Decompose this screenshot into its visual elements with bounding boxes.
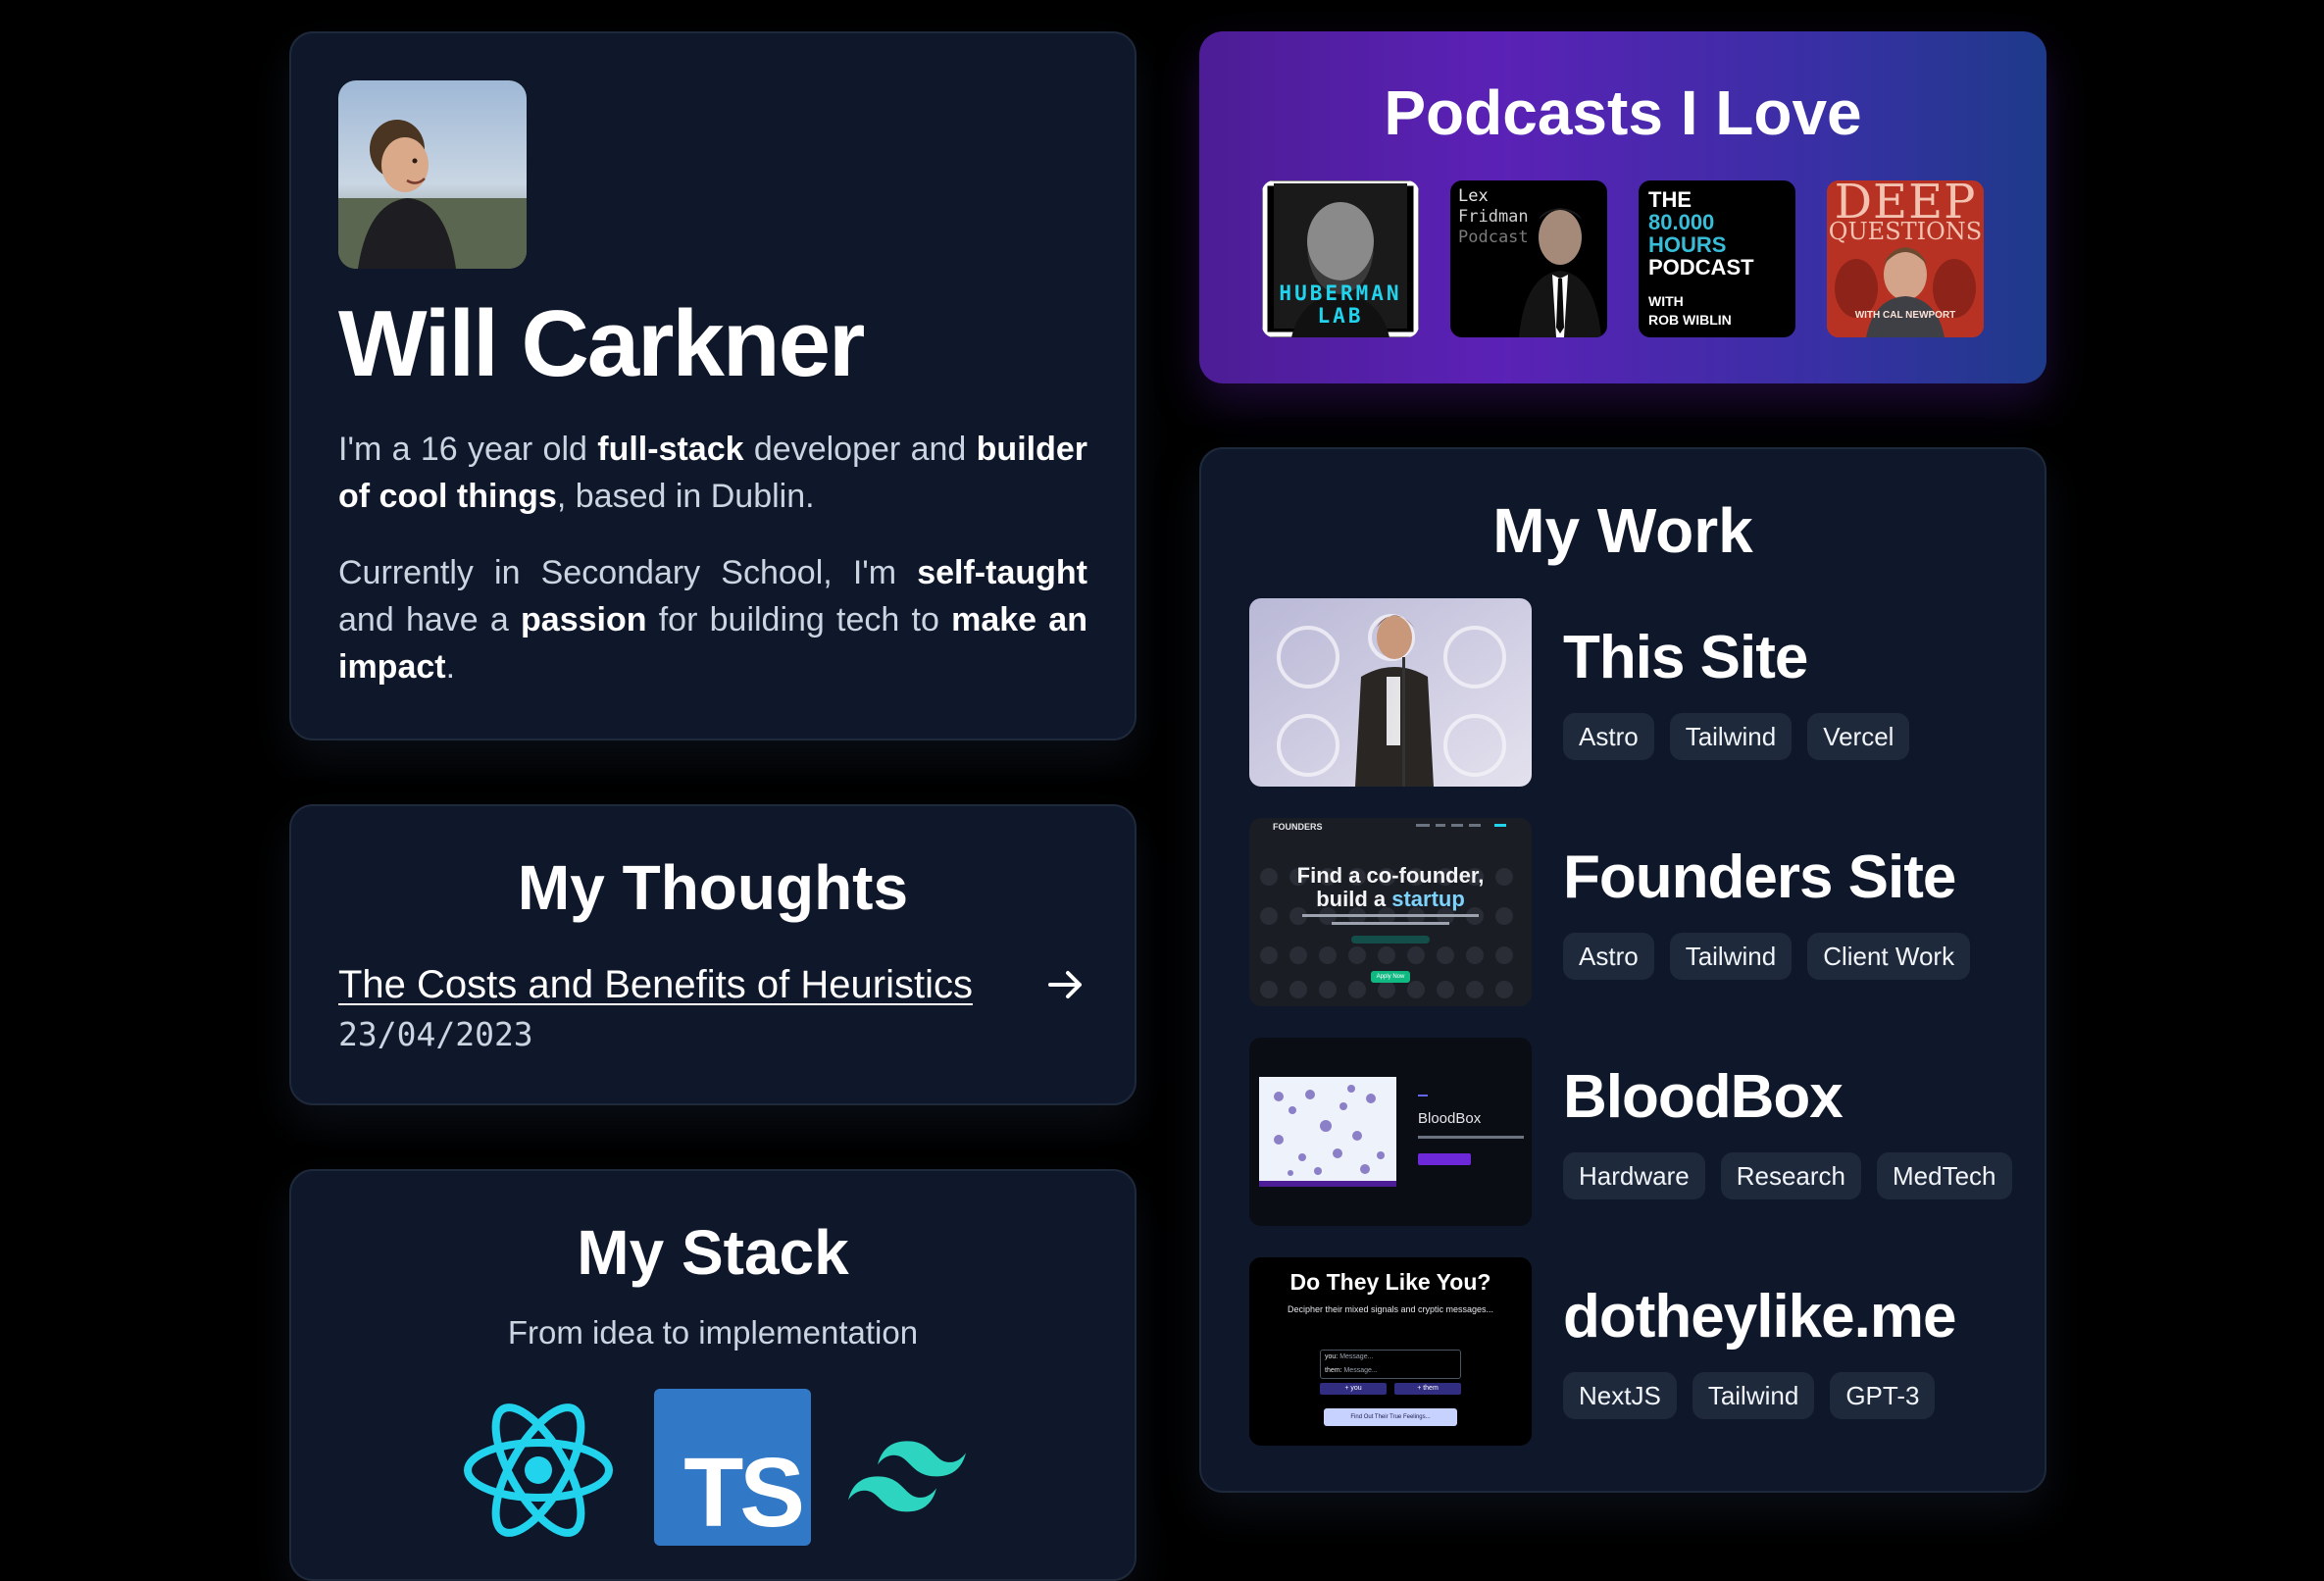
stack-icons: TS — [291, 1389, 1135, 1548]
project-this-site[interactable]: This Site Astro Tailwind Vercel — [1249, 598, 2014, 787]
intro-card: Will Carkner I'm a 16 year old full-stac… — [289, 31, 1137, 740]
founders-brand: FOUNDERS — [1273, 822, 1323, 832]
lex-text-line: Lex — [1458, 186, 1489, 207]
podcasts-card: Podcasts I Love HUBERMAN LAB Lex Fridman… — [1199, 31, 2046, 383]
podcast-deep-questions[interactable]: DEEP QUESTIONS WITH CAL NEWPORT — [1827, 180, 1984, 338]
work-card: My Work This Site Astro Tailwind Vercel … — [1199, 447, 2046, 1493]
podcasts-title: Podcasts I Love — [1384, 77, 1862, 148]
project-tags: Hardware Research MedTech — [1563, 1152, 2012, 1199]
project-title[interactable]: BloodBox — [1563, 1067, 1844, 1128]
blog-post-link[interactable]: The Costs and Benefits of Heuristics — [338, 963, 973, 1006]
tag: Research — [1720, 1152, 1861, 1199]
thoughts-card: My Thoughts The Costs and Benefits of He… — [289, 804, 1137, 1105]
tag: Tailwind — [1692, 1372, 1815, 1419]
tag: Astro — [1563, 713, 1654, 760]
hours-text-line: WITH — [1648, 293, 1684, 310]
project-title[interactable]: dotheylike.me — [1563, 1287, 1956, 1348]
bio-text: and have a — [338, 601, 522, 639]
podcast-huberman-lab[interactable]: HUBERMAN LAB — [1262, 180, 1419, 338]
bloodbox-thumbnail-bg — [1259, 1077, 1524, 1187]
project-bloodbox[interactable]: BloodBox BloodBox Hardware Research MedT… — [1249, 1038, 2014, 1226]
deep-title-2: QUESTIONS — [1828, 218, 1983, 246]
blog-post-date: 23/04/2023 — [338, 1015, 533, 1054]
tag: Tailwind — [1669, 933, 1793, 980]
bio-highlight: full-stack — [597, 431, 744, 469]
bio-paragraph-1: I'm a 16 year old full-stack developer a… — [338, 426, 1087, 520]
stack-title: My Stack — [577, 1217, 849, 1288]
bio-text: Currently in Secondary School, I'm — [338, 554, 918, 592]
lex-text-line: Podcast — [1458, 228, 1529, 248]
lex-text-line: Fridman — [1458, 207, 1529, 228]
dtl-add-them: + them — [1394, 1383, 1461, 1395]
tag: Client Work — [1807, 933, 1971, 980]
tag: GPT-3 — [1830, 1372, 1936, 1419]
hours-text-line: ROB WIBLIN — [1648, 312, 1732, 329]
stack-subtitle: From idea to implementation — [507, 1314, 919, 1352]
dtl-them-input: Message... — [1343, 1367, 1378, 1374]
hours-text-line: 80.000 — [1648, 210, 1715, 235]
dtl-submit: Find Out Their True Feelings... — [1324, 1408, 1457, 1426]
bio-highlight: passion — [521, 601, 647, 639]
project-title[interactable]: Founders Site — [1563, 847, 1956, 908]
blog-post-item[interactable]: The Costs and Benefits of Heuristics 23/… — [338, 963, 1087, 1053]
project-thumbnail: BloodBox — [1249, 1038, 1532, 1226]
tag: Astro — [1563, 933, 1654, 980]
dtl-you-input: Message... — [1339, 1353, 1374, 1360]
tag: MedTech — [1877, 1152, 2012, 1199]
podcast-80000-hours[interactable]: THE 80.000 HOURS PODCAST WITH ROB WIBLIN — [1639, 180, 1795, 338]
hours-text-line: HOURS — [1648, 232, 1727, 258]
tag: Hardware — [1563, 1152, 1705, 1199]
project-title[interactable]: This Site — [1563, 628, 1808, 688]
founders-headline-accent: startup — [1391, 887, 1465, 911]
bio-text: I'm a 16 year old — [338, 431, 598, 469]
react-icon — [464, 1403, 613, 1537]
bio-text: developer and — [743, 431, 977, 469]
hours-text-line: PODCAST — [1648, 255, 1754, 280]
podcast-lex-fridman[interactable]: Lex Fridman Podcast — [1450, 180, 1607, 338]
huberman-cover-text: HUBERMAN LAB — [1279, 281, 1402, 329]
dtl-subtitle: Decipher their mixed signals and cryptic… — [1287, 1304, 1494, 1314]
bloodbox-thumb-label: BloodBox — [1418, 1110, 1482, 1127]
project-dotheylike[interactable]: Do They Like You? Decipher their mixed s… — [1249, 1257, 2014, 1446]
project-thumbnail — [1249, 598, 1532, 787]
work-title: My Work — [1492, 495, 1753, 566]
project-tags: Astro Tailwind Client Work — [1563, 933, 1971, 980]
dtl-add-you: + you — [1320, 1383, 1387, 1395]
typescript-icon: TS — [654, 1389, 811, 1548]
typescript-logo-text: TS — [683, 1438, 805, 1548]
deep-host: WITH CAL NEWPORT — [1854, 310, 1956, 322]
project-tags: Astro Tailwind Vercel — [1563, 713, 1910, 760]
project-thumbnail: FOUNDERS Find a co-founder, build a star… — [1249, 818, 1532, 1006]
dtl-heading: Do They Like You? — [1289, 1269, 1491, 1295]
hours-text-line: THE — [1648, 187, 1692, 213]
tag: Vercel — [1807, 713, 1910, 760]
dtl-you-label: you: — [1325, 1353, 1339, 1360]
founders-headline-2: build a — [1316, 887, 1392, 911]
bio-highlight: self-taught — [917, 554, 1087, 592]
tailwind-icon — [848, 1441, 966, 1512]
tag: NextJS — [1563, 1372, 1677, 1419]
project-tags: NextJS Tailwind GPT-3 — [1563, 1372, 1936, 1419]
thoughts-title: My Thoughts — [517, 852, 909, 923]
founders-headline-1: Find a co-founder, — [1296, 863, 1485, 888]
tag: Tailwind — [1669, 713, 1793, 760]
stack-card: My Stack From idea to implementation TS — [289, 1169, 1137, 1581]
dtl-them-label: them: — [1325, 1367, 1342, 1374]
bio-text: . — [445, 648, 456, 687]
profile-avatar — [338, 80, 527, 269]
project-founders-site[interactable]: FOUNDERS Find a co-founder, build a star… — [1249, 818, 2014, 1006]
arrow-right-icon[interactable] — [1044, 963, 1087, 1006]
bio-text: , based in Dublin. — [556, 478, 815, 516]
founders-cta: Apply Now — [1371, 971, 1410, 983]
project-thumbnail: Do They Like You? Decipher their mixed s… — [1249, 1257, 1532, 1446]
bio-text: for building tech to — [646, 601, 952, 639]
bio-paragraph-2: Currently in Secondary School, I'm self-… — [338, 549, 1087, 690]
profile-name: Will Carkner — [338, 291, 865, 396]
podcast-list: HUBERMAN LAB Lex Fridman Podcast THE 80.… — [1199, 180, 2046, 338]
